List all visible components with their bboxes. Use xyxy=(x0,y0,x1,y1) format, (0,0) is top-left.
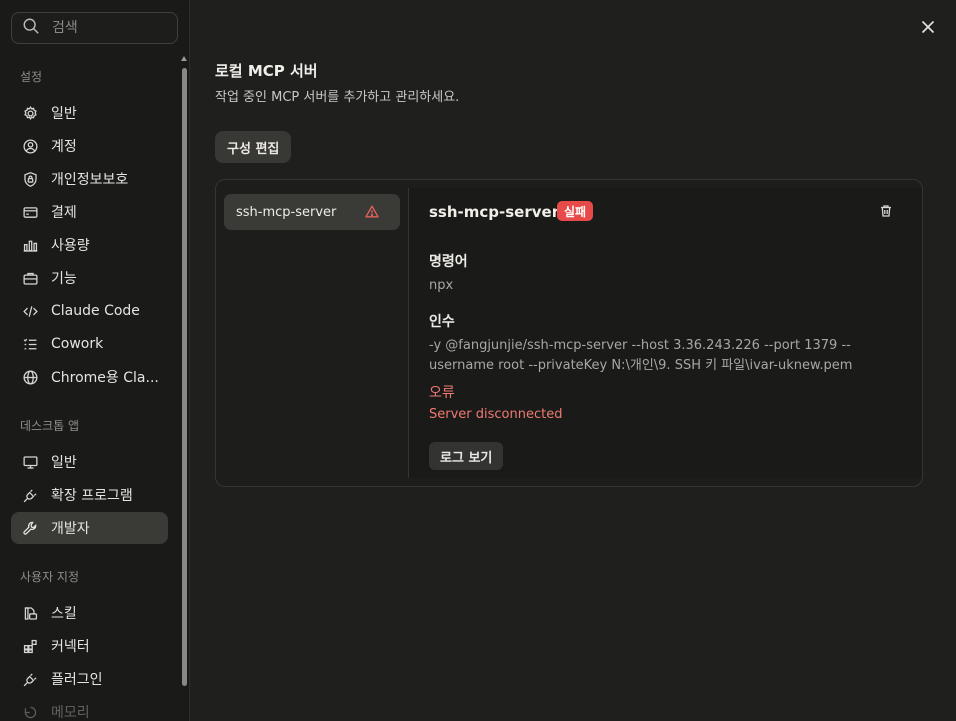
section-title-desktop-app: 데스크톱 앱 xyxy=(20,419,80,433)
plug-icon xyxy=(21,670,39,688)
memory-icon xyxy=(21,703,39,721)
sidebar-item-plugins[interactable]: 플러그인 xyxy=(11,663,168,695)
sidebar-item-billing[interactable]: 결제 xyxy=(11,196,168,228)
sidebar-item-label: 확장 프로그램 xyxy=(51,488,133,504)
checklist-icon xyxy=(21,335,39,353)
sidebar-item-label: 스킬 xyxy=(51,606,77,622)
gear-icon xyxy=(21,104,39,122)
plug-icon xyxy=(21,486,39,504)
args-value-line-1: -y @fangjunjie/ssh-mcp-server --host 3.3… xyxy=(429,338,851,353)
sidebar-item-cowork[interactable]: Cowork xyxy=(11,328,168,360)
warning-triangle-icon xyxy=(364,204,380,220)
sidebar-item-label: 기능 xyxy=(51,271,77,287)
sidebar-item-label: 일반 xyxy=(51,455,77,471)
error-label: 오류 xyxy=(429,385,455,401)
edit-config-button[interactable]: 구성 편집 xyxy=(215,131,292,163)
sidebar-scroll-thumb[interactable] xyxy=(182,68,187,686)
close-icon xyxy=(921,19,935,38)
search-box[interactable] xyxy=(11,12,178,44)
server-detail: ssh-mcp-server 실패 명령어 npx 인수 -y @fangjun… xyxy=(408,188,922,478)
sidebar-item-label: 계정 xyxy=(51,139,77,155)
sidebar-item-label: 사용량 xyxy=(51,238,90,254)
briefcase-icon xyxy=(21,269,39,287)
args-value-line-2: username root --privateKey N:\개인\9. SSH … xyxy=(429,358,853,373)
shield-lock-icon xyxy=(21,170,39,188)
sidebar-item-usage[interactable]: 사용량 xyxy=(11,229,168,261)
settings-window: 설정 일반 계정 개인정보보호 결제 xyxy=(0,0,956,721)
args-label: 인수 xyxy=(429,314,455,330)
sidebar-item-claude-code[interactable]: Claude Code xyxy=(11,295,168,327)
sidebar-item-privacy[interactable]: 개인정보보호 xyxy=(11,163,168,195)
mcp-server-panel: ssh-mcp-server ssh-mcp-server 실패 명령어 npx… xyxy=(215,179,923,487)
sidebar-item-chrome[interactable]: Chrome용 Cla... xyxy=(11,361,168,393)
sidebar-item-general[interactable]: 일반 xyxy=(11,97,168,129)
server-name: ssh-mcp-server xyxy=(429,203,560,221)
trash-icon xyxy=(879,203,893,222)
bar-chart-icon xyxy=(21,236,39,254)
page-subtitle: 작업 중인 MCP 서버를 추가하고 관리하세요. xyxy=(215,90,460,105)
credit-card-icon xyxy=(21,203,39,221)
sidebar-item-label: 결제 xyxy=(51,205,77,221)
sidebar-item-developer[interactable]: 개발자 xyxy=(11,512,168,544)
sidebar-item-features[interactable]: 기능 xyxy=(11,262,168,294)
monitor-icon xyxy=(21,453,39,471)
globe-icon xyxy=(21,368,39,386)
search-icon xyxy=(22,17,40,39)
sidebar-item-label: 개발자 xyxy=(51,521,90,537)
resize-grip[interactable] xyxy=(358,714,386,720)
sidebar-item-memory[interactable]: 메모리 xyxy=(11,696,168,721)
view-logs-button[interactable]: 로그 보기 xyxy=(429,442,504,470)
sidebar-item-label: Chrome용 Cla... xyxy=(51,370,159,386)
connector-icon xyxy=(21,637,39,655)
server-list-item[interactable]: ssh-mcp-server xyxy=(224,194,400,230)
server-list-item-label: ssh-mcp-server xyxy=(236,204,337,220)
user-circle-icon xyxy=(21,137,39,155)
sidebar-item-label: 커넥터 xyxy=(51,639,90,655)
search-input[interactable] xyxy=(52,20,162,36)
page-title: 로컬 MCP 서버 xyxy=(215,62,318,80)
sidebar: 설정 일반 계정 개인정보보호 결제 xyxy=(0,0,190,721)
sidebar-item-label: Claude Code xyxy=(51,303,140,319)
command-label: 명령어 xyxy=(429,254,468,270)
sidebar-item-label: 일반 xyxy=(51,106,77,122)
close-button[interactable] xyxy=(916,16,940,40)
sidebar-item-connectors[interactable]: 커넥터 xyxy=(11,630,168,662)
sidebar-item-label: 플러그인 xyxy=(51,672,103,688)
code-icon xyxy=(21,302,39,320)
sidebar-item-label: 메모리 xyxy=(51,705,90,721)
sidebar-item-extensions[interactable]: 확장 프로그램 xyxy=(11,479,168,511)
delete-server-button[interactable] xyxy=(879,203,895,219)
scroll-up-arrow-icon[interactable] xyxy=(181,56,187,61)
section-title-settings: 설정 xyxy=(20,70,43,84)
sidebar-item-label: Cowork xyxy=(51,336,104,352)
command-value: npx xyxy=(429,278,454,293)
wrench-icon xyxy=(21,519,39,537)
error-message: Server disconnected xyxy=(429,407,563,422)
skill-icon xyxy=(21,604,39,622)
sidebar-item-account[interactable]: 계정 xyxy=(11,130,168,162)
status-badge: 실패 xyxy=(557,201,594,221)
sidebar-item-desktop-general[interactable]: 일반 xyxy=(11,446,168,478)
sidebar-item-skills[interactable]: 스킬 xyxy=(11,597,168,629)
section-title-customize: 사용자 지정 xyxy=(20,570,80,584)
sidebar-item-label: 개인정보보호 xyxy=(51,172,129,188)
